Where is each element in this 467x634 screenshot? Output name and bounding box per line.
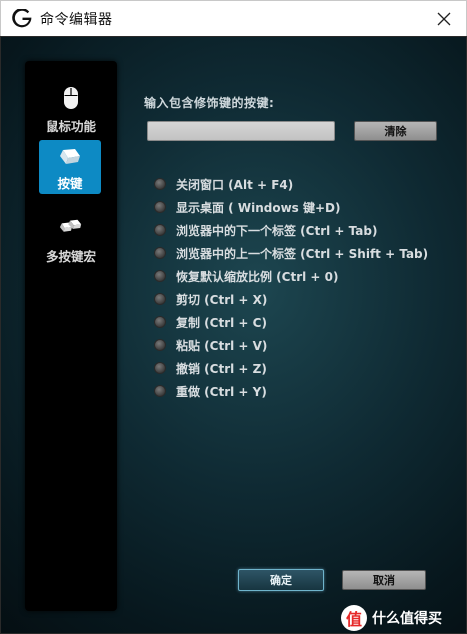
option-cut[interactable]: 剪切 (Ctrl + X) <box>154 290 267 308</box>
key-icon <box>58 144 82 170</box>
clear-button[interactable]: 清除 <box>354 121 437 141</box>
option-label: 重做 (Ctrl + Y) <box>176 384 267 399</box>
option-paste[interactable]: 粘贴 (Ctrl + V) <box>154 336 267 354</box>
cancel-button[interactable]: 取消 <box>342 570 426 590</box>
sidebar: 鼠标功能 按键 多按键宏 <box>25 61 117 611</box>
sidebar-item-label: 鼠标功能 <box>45 119 96 134</box>
option-redo[interactable]: 重做 (Ctrl + Y) <box>154 382 267 400</box>
option-close-window[interactable]: 关闭窗口 (Alt + F4) <box>154 175 293 193</box>
option-label: 复制 (Ctrl + C) <box>176 315 267 330</box>
sidebar-item-keys[interactable]: 按键 <box>39 140 101 194</box>
option-label: 撤销 (Ctrl + Z) <box>176 361 267 376</box>
ok-button[interactable]: 确定 <box>238 569 324 591</box>
radio-button[interactable] <box>154 339 166 351</box>
sidebar-item-label: 按键 <box>57 176 83 191</box>
mouse-icon <box>59 85 83 111</box>
sidebar-item-multi-key-macro[interactable]: 多按键宏 <box>25 209 117 269</box>
watermark-badge-icon: 值 <box>341 605 367 631</box>
option-label: 剪切 (Ctrl + X) <box>176 292 268 307</box>
logitech-logo-icon <box>11 8 33 30</box>
radio-button[interactable] <box>154 178 166 190</box>
radio-button[interactable] <box>154 316 166 328</box>
radio-button[interactable] <box>154 247 166 259</box>
title-bar[interactable]: 命令编辑器 <box>0 0 467 36</box>
radio-button[interactable] <box>154 224 166 236</box>
option-reset-zoom[interactable]: 恢复默认缩放比例 (Ctrl + 0) <box>154 267 338 285</box>
key-combination-input[interactable] <box>147 121 335 141</box>
close-icon[interactable] <box>434 9 454 29</box>
option-show-desktop[interactable]: 显示桌面 ( Windows 键+D) <box>154 198 340 216</box>
option-label: 关闭窗口 (Alt + F4) <box>176 177 294 192</box>
option-label: 浏览器中的下一个标签 (Ctrl + Tab) <box>176 223 378 238</box>
radio-button[interactable] <box>154 362 166 374</box>
radio-button[interactable] <box>154 270 166 282</box>
radio-button[interactable] <box>154 201 166 213</box>
watermark-text: 什么值得买 <box>372 611 442 627</box>
window-title: 命令编辑器 <box>40 11 113 28</box>
multi-key-icon <box>59 215 83 241</box>
sidebar-item-mouse-functions[interactable]: 鼠标功能 <box>25 79 117 139</box>
option-previous-tab[interactable]: 浏览器中的上一个标签 (Ctrl + Shift + Tab) <box>154 244 428 262</box>
radio-button[interactable] <box>154 293 166 305</box>
option-copy[interactable]: 复制 (Ctrl + C) <box>154 313 267 331</box>
editor-panel: 鼠标功能 按键 多按键宏 输入包含修饰键的按键: 清除 关闭窗口 (Alt + … <box>0 36 467 634</box>
option-undo[interactable]: 撤销 (Ctrl + Z) <box>154 359 267 377</box>
option-label: 显示桌面 ( Windows 键+D) <box>176 200 341 215</box>
sidebar-item-label: 多按键宏 <box>45 249 96 264</box>
option-label: 粘贴 (Ctrl + V) <box>176 338 268 353</box>
key-input-prompt: 输入包含修饰键的按键: <box>144 96 275 110</box>
option-label: 浏览器中的上一个标签 (Ctrl + Shift + Tab) <box>176 246 429 261</box>
radio-button[interactable] <box>154 385 166 397</box>
option-label: 恢复默认缩放比例 (Ctrl + 0) <box>176 269 339 284</box>
watermark: 值 什么值得买 <box>341 605 442 631</box>
option-next-tab[interactable]: 浏览器中的下一个标签 (Ctrl + Tab) <box>154 221 377 239</box>
